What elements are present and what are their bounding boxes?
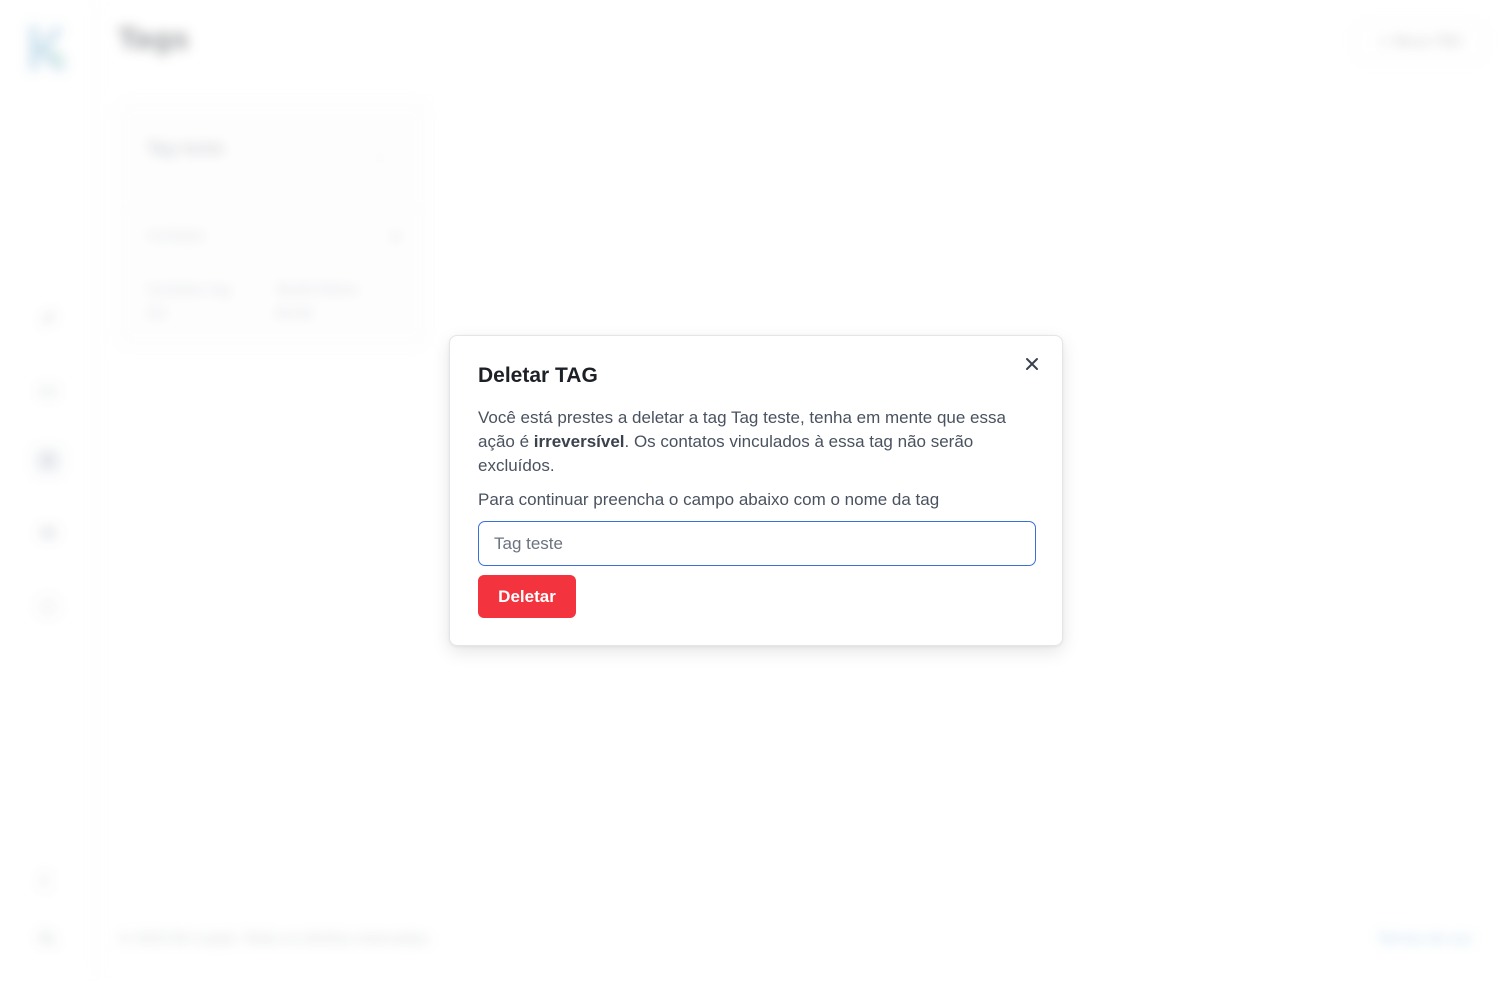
warning-text-emphasis: irreversível [533,432,625,451]
tag-name-confirm-input[interactable] [478,521,1036,566]
modal-title: Deletar TAG [478,364,598,387]
modal-instruction: Para continuar preencha o campo abaixo c… [478,490,940,509]
modal-warning-text: Você está prestes a deletar a tag Tag te… [478,406,1038,478]
close-icon[interactable] [1022,354,1042,374]
delete-button[interactable]: Deletar [478,575,576,618]
delete-tag-modal: Deletar TAG Você está prestes a deletar … [449,335,1063,646]
